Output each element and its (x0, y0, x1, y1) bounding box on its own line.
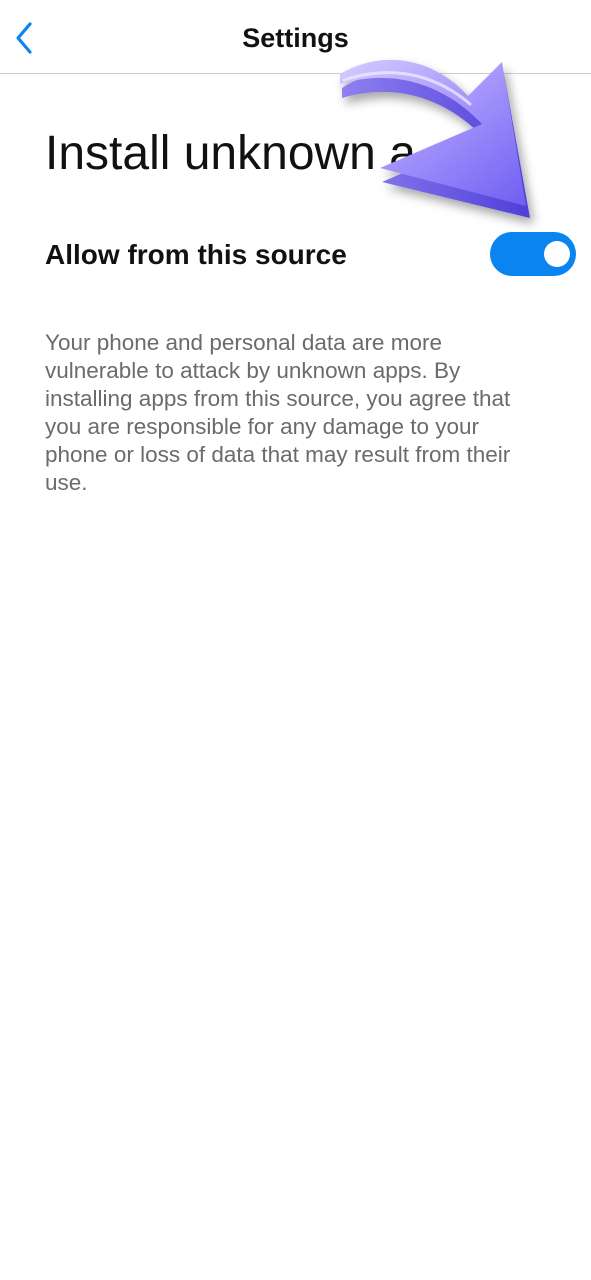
allow-source-setting-row[interactable]: Allow from this source (0, 222, 591, 288)
toggle-knob (544, 241, 570, 267)
page-title: Install unknown a (45, 127, 416, 180)
allow-source-label: Allow from this source (45, 239, 347, 270)
app-bar-title: Settings (242, 23, 349, 53)
top-app-bar: Settings (0, 0, 591, 74)
warning-description: Your phone and personal data are more vu… (45, 330, 511, 495)
allow-source-toggle[interactable] (490, 232, 576, 276)
